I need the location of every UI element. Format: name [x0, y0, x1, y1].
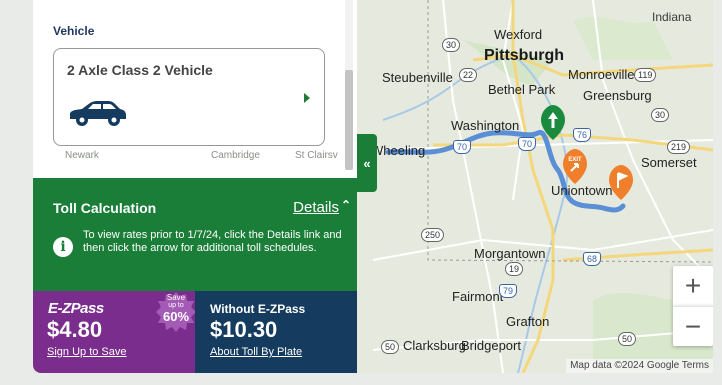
map-label-fairmont: Fairmont: [452, 289, 504, 304]
without-ezpass-title: Without E-ZPass: [210, 302, 306, 316]
map-label-wexford: Wexford: [494, 27, 543, 42]
map-label-pittsburgh: Pittsburgh: [484, 47, 564, 64]
map-label-steubenville: Steubenville: [382, 70, 453, 85]
map-attribution[interactable]: Map data ©2024 Google Terms: [566, 359, 713, 373]
toll-title: Toll Calculation: [53, 200, 157, 216]
ezpass-price-box: E-ZPass $4.80 Sign Up to Save Save up to…: [33, 291, 196, 373]
route-shield: 70: [518, 137, 537, 151]
vehicle-selector[interactable]: 2 Axle Class 2 Vehicle: [53, 48, 325, 146]
scrollbar-thumb[interactable]: [345, 70, 353, 170]
without-ezpass-price: $10.30: [210, 317, 278, 342]
sign-up-link[interactable]: Sign Up to Save: [47, 346, 127, 358]
map-label-greensburg: Greensburg: [583, 88, 652, 103]
map-label-bethel-park: Bethel Park: [488, 82, 556, 97]
save-badge-line2: up to: [168, 302, 184, 309]
route-shield: 250: [421, 228, 445, 242]
route-shield: 79: [499, 284, 518, 298]
car-icon: [70, 101, 126, 126]
collapse-panel-button[interactable]: «: [357, 134, 377, 192]
save-badge-percent: 60%: [162, 309, 190, 324]
vehicle-heading: Vehicle: [53, 24, 95, 38]
chevron-up-icon[interactable]: ⌃: [341, 198, 351, 212]
map-label-monroeville: Monroeville: [568, 67, 635, 82]
route-shield: 50: [618, 332, 637, 346]
map-label-grafton: Grafton: [506, 314, 550, 329]
toll-calculation-section: Toll Calculation Details ⌃ i To view rat…: [33, 178, 357, 291]
map-label-uniontown: Uniontown: [551, 183, 613, 198]
toll-by-plate-link[interactable]: About Toll By Plate: [210, 346, 302, 358]
route-shield: 219: [667, 140, 691, 154]
route-shield: 30: [651, 108, 670, 122]
vehicle-section: Newark Cambridge St Clairsv Vehicle 2 Ax…: [33, 0, 357, 178]
map-label-morgantown: Morgantown: [474, 246, 546, 261]
save-badge: Save up to 60%: [156, 293, 196, 325]
zoom-in-button[interactable]: +: [673, 266, 713, 306]
map-label-washington: Washington: [451, 118, 520, 133]
map-label-cambridge: Cambridge: [211, 150, 260, 161]
route-shield: 50: [381, 340, 400, 354]
route-shield: 22: [459, 68, 478, 82]
route-shield: 119: [634, 68, 657, 82]
details-link[interactable]: Details: [293, 199, 339, 216]
route-shield: 70: [453, 140, 472, 154]
svg-text:EXIT: EXIT: [568, 157, 582, 163]
map-label-indiana: Indiana: [652, 10, 692, 24]
route-shield: 30: [442, 38, 461, 52]
route-shield: 68: [583, 252, 602, 266]
toll-note: To view rates prior to 1/7/24, click the…: [83, 229, 342, 254]
ezpass-logo: E-ZPass: [48, 300, 104, 317]
toll-panel: Newark Cambridge St Clairsv Vehicle 2 Ax…: [33, 0, 377, 373]
save-badge-line1: Save: [166, 293, 186, 302]
map-label-wheeling: Wheeling: [371, 143, 426, 158]
info-icon: i: [53, 237, 73, 257]
map-label-clarksburg: Clarksburg: [403, 338, 466, 353]
map-label-st-clairsville: St Clairsv: [295, 150, 338, 161]
vehicle-name: 2 Axle Class 2 Vehicle: [67, 62, 213, 78]
map-label-bridgeport: Bridgeport: [461, 338, 521, 353]
chevron-right-icon: [304, 93, 310, 103]
zoom-out-button[interactable]: −: [673, 306, 713, 346]
ezpass-price: $4.80: [47, 317, 103, 342]
map-label-somerset: Somerset: [641, 155, 697, 170]
map-label-newark: Newark: [65, 150, 99, 161]
route-shield: 76: [573, 128, 592, 142]
route-shield: 19: [505, 262, 524, 276]
without-ezpass-price-box: Without E-ZPass $10.30 About Toll By Pla…: [195, 291, 357, 373]
